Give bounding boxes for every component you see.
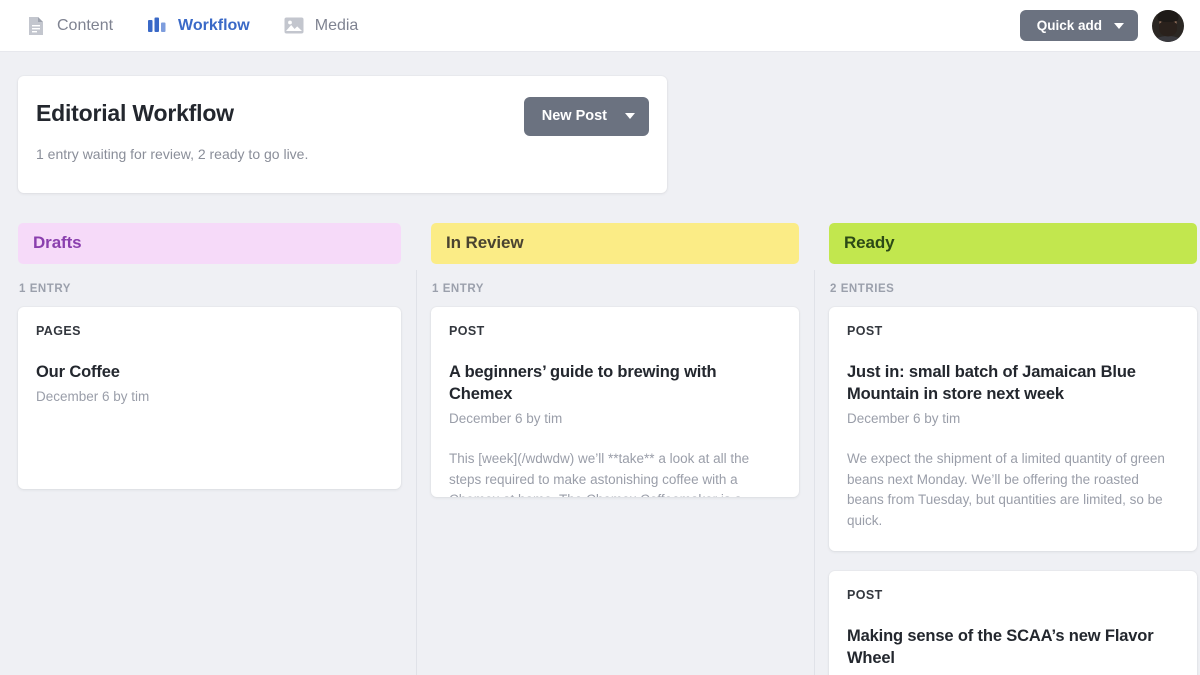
column-cards-in-review: POST A beginners’ guide to brewing with … <box>431 307 799 497</box>
page-content: Editorial Workflow 1 entry waiting for r… <box>0 52 1200 675</box>
card-collection-label: POST <box>847 588 883 603</box>
column-cards-ready: POST Just in: small batch of Jamaican Bl… <box>829 307 1197 675</box>
nav-item-workflow[interactable]: Workflow <box>147 16 250 36</box>
avatar-beard <box>1159 21 1177 37</box>
card-collection-label: POST <box>847 324 883 338</box>
workflow-header-card: Editorial Workflow 1 entry waiting for r… <box>18 76 667 193</box>
card-meta: December 6 by tim <box>449 410 563 426</box>
column-header-drafts[interactable]: Drafts <box>18 223 401 264</box>
chevron-down-icon <box>1114 22 1124 29</box>
card-title: A beginners’ guide to brewing with Cheme… <box>449 363 717 403</box>
workflow-column-in-review: In Review 1 ENTRY POST A beginners’ guid… <box>416 223 814 675</box>
nav-item-media[interactable]: Media <box>284 16 359 36</box>
new-post-button[interactable]: New Post <box>523 97 649 136</box>
workflow-columns-icon <box>147 16 167 36</box>
nav-item-label: Workflow <box>178 16 250 34</box>
column-header-ready[interactable]: Ready <box>829 223 1197 264</box>
main-nav-links: Content Workflow Media <box>26 16 358 36</box>
quick-add-button[interactable]: Quick add <box>1019 9 1138 42</box>
new-post-label: New Post <box>541 108 607 124</box>
workflow-column-drafts: Drafts 1 ENTRY PAGES Our Coffee December… <box>18 223 416 509</box>
card-body-excerpt: We expect the shipment of a limited quan… <box>847 450 1165 528</box>
image-icon <box>284 16 304 36</box>
column-count-drafts: 1 ENTRY <box>19 283 71 295</box>
card-collection-label: POST <box>449 324 485 338</box>
avatar-hair <box>1157 9 1179 22</box>
card-title: Just in: small batch of Jamaican Blue Mo… <box>847 363 1136 403</box>
workflow-summary-text: 1 entry waiting for review, 2 ready to g… <box>36 145 309 162</box>
card-title: Making sense of the SCAA’s new Flavor Wh… <box>847 627 1154 668</box>
workflow-card[interactable]: POST Just in: small batch of Jamaican Bl… <box>829 307 1197 552</box>
workflow-card[interactable]: POST A beginners’ guide to brewing with … <box>431 307 799 497</box>
chevron-down-icon <box>625 113 635 120</box>
nav-item-content[interactable]: Content <box>26 16 113 36</box>
nav-item-label: Media <box>314 16 359 34</box>
nav-right-group: Quick add <box>1019 9 1184 42</box>
nav-item-label: Content <box>57 16 114 34</box>
column-count-ready: 2 ENTRIES <box>830 283 895 295</box>
card-collection-label: PAGES <box>36 324 81 338</box>
workflow-card[interactable]: PAGES Our Coffee December 6 by tim <box>18 307 401 489</box>
top-navigation-bar: Content Workflow Media Quick add <box>0 0 1200 52</box>
card-body-excerpt: This [week](/wdwdw) we’ll **take** a loo… <box>449 450 750 497</box>
workflow-board: Drafts 1 ENTRY PAGES Our Coffee December… <box>18 223 1197 675</box>
card-meta: December 6 by tim <box>36 388 150 404</box>
column-count-in-review: 1 ENTRY <box>432 283 484 295</box>
column-cards-drafts: PAGES Our Coffee December 6 by tim <box>18 307 401 489</box>
workflow-card[interactable]: POST Making sense of the SCAA’s new Flav… <box>829 571 1197 675</box>
card-meta: December 6 by tim <box>847 410 961 426</box>
document-icon <box>26 16 46 36</box>
quick-add-label: Quick add <box>1036 17 1102 33</box>
card-title: Our Coffee <box>36 363 120 381</box>
user-avatar[interactable] <box>1152 9 1184 42</box>
workflow-column-ready: Ready 2 ENTRIES POST Just in: small batc… <box>814 223 1200 675</box>
column-header-in-review[interactable]: In Review <box>431 223 799 264</box>
